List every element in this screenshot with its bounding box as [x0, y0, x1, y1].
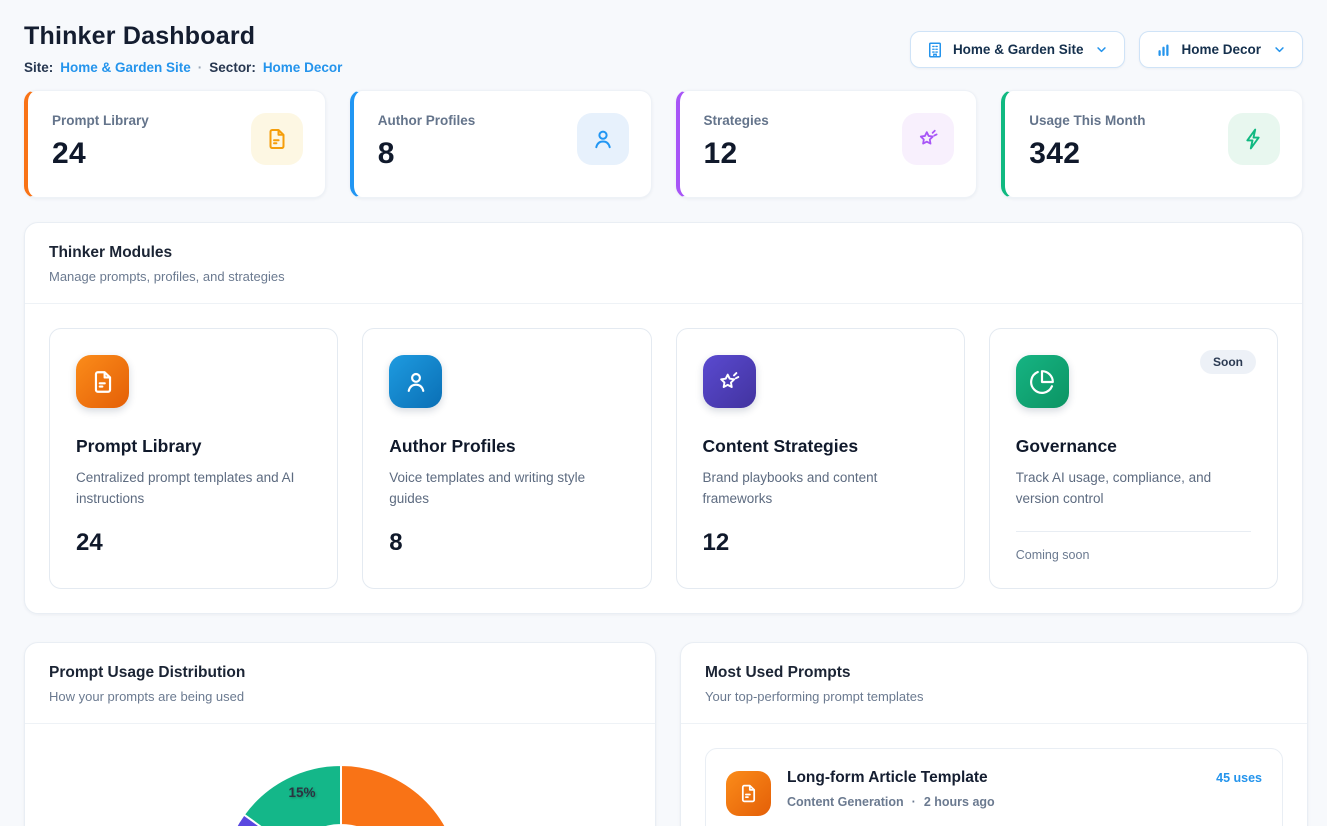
- file-icon: [726, 771, 771, 816]
- module-count: 12: [703, 529, 938, 557]
- module-card-governance[interactable]: Soon Governance Track AI usage, complian…: [989, 328, 1278, 589]
- header-buttons: Home & Garden Site Home Decor: [910, 31, 1303, 68]
- site-link[interactable]: Home & Garden Site: [60, 60, 191, 75]
- module-card-content-strategies[interactable]: Content Strategies Brand playbooks and c…: [676, 328, 965, 589]
- bar-chart-icon: [1155, 41, 1172, 58]
- thinker-modules-panel: Thinker Modules Manage prompts, profiles…: [24, 222, 1303, 614]
- stat-label: Usage This Month: [1029, 113, 1145, 128]
- donut-chart[interactable]: [141, 685, 541, 826]
- prompt-list-item[interactable]: Long-form Article Template Content Gener…: [705, 748, 1283, 826]
- pie-chart-icon: [1016, 355, 1069, 408]
- user-icon: [389, 355, 442, 408]
- module-description: Track AI usage, compliance, and version …: [1016, 468, 1251, 510]
- module-title: Governance: [1016, 436, 1251, 457]
- stat-value: 342: [1029, 137, 1145, 171]
- site-selector-button[interactable]: Home & Garden Site: [910, 31, 1126, 68]
- module-title: Prompt Library: [76, 436, 311, 457]
- prompts-card-subtitle: Your top-performing prompt templates: [705, 689, 1283, 704]
- stat-card-strategies: Strategies 12: [676, 90, 978, 198]
- file-icon: [76, 355, 129, 408]
- module-description: Voice templates and writing style guides: [389, 468, 624, 510]
- user-icon: [577, 113, 629, 165]
- prompt-category: Content Generation: [787, 795, 904, 809]
- chevron-down-icon: [1094, 42, 1109, 57]
- module-count: 8: [389, 529, 624, 557]
- page-header: Thinker Dashboard Site: Home & Garden Si…: [24, 22, 1303, 75]
- modules-grid: Prompt Library Centralized prompt templa…: [25, 304, 1302, 613]
- stat-label: Strategies: [704, 113, 769, 128]
- stat-value: 8: [378, 137, 476, 171]
- donut-slice-label: 15%: [278, 785, 326, 800]
- zap-icon: [1228, 113, 1280, 165]
- page-title: Thinker Dashboard: [24, 22, 342, 51]
- prompt-uses-badge: 45 uses: [1216, 764, 1262, 785]
- prompt-title: Long-form Article Template: [787, 769, 1200, 787]
- dashboard-page: Thinker Dashboard Site: Home & Garden Si…: [0, 0, 1327, 826]
- star-icon: [902, 113, 954, 165]
- donut-chart-area: 15%: [25, 727, 655, 826]
- module-count: 24: [76, 529, 311, 557]
- modules-section-title: Thinker Modules: [49, 244, 1278, 262]
- stats-row: Prompt Library 24 Author Profiles 8 Stra…: [24, 90, 1303, 198]
- prompt-meta: Content Generation · 2 hours ago: [787, 795, 1200, 809]
- stat-card-usage: Usage This Month 342: [1001, 90, 1303, 198]
- chevron-down-icon: [1272, 42, 1287, 57]
- stat-card-prompt-library: Prompt Library 24: [24, 90, 326, 198]
- meta-separator: ·: [912, 795, 916, 809]
- bottom-row: Prompt Usage Distribution How your promp…: [24, 642, 1303, 826]
- coming-soon-text: Coming soon: [1016, 548, 1251, 562]
- file-icon: [251, 113, 303, 165]
- stat-label: Author Profiles: [378, 113, 476, 128]
- breadcrumb-separator: ·: [198, 60, 203, 75]
- module-card-prompt-library[interactable]: Prompt Library Centralized prompt templa…: [49, 328, 338, 589]
- module-title: Content Strategies: [703, 436, 938, 457]
- sector-link[interactable]: Home Decor: [263, 60, 343, 75]
- module-title: Author Profiles: [389, 436, 624, 457]
- module-description: Centralized prompt templates and AI inst…: [76, 468, 311, 510]
- modules-section-subtitle: Manage prompts, profiles, and strategies: [49, 269, 1278, 284]
- sector-selector-button[interactable]: Home Decor: [1139, 31, 1303, 68]
- site-label: Site:: [24, 60, 53, 75]
- stat-card-author-profiles: Author Profiles 8: [350, 90, 652, 198]
- module-description: Brand playbooks and content frameworks: [703, 468, 938, 510]
- prompt-list: Long-form Article Template Content Gener…: [681, 724, 1307, 826]
- module-card-author-profiles[interactable]: Author Profiles Voice templates and writ…: [362, 328, 651, 589]
- prompt-time: 2 hours ago: [924, 795, 995, 809]
- stat-value: 24: [52, 137, 149, 171]
- stat-label: Prompt Library: [52, 113, 149, 128]
- header-title-block: Thinker Dashboard Site: Home & Garden Si…: [24, 22, 342, 75]
- prompts-card-title: Most Used Prompts: [705, 664, 1283, 682]
- site-selector-label: Home & Garden Site: [953, 42, 1084, 57]
- building-icon: [926, 41, 944, 59]
- breadcrumb: Site: Home & Garden Site · Sector: Home …: [24, 60, 342, 75]
- usage-card-title: Prompt Usage Distribution: [49, 664, 631, 682]
- divider: [1016, 531, 1251, 532]
- star-icon: [703, 355, 756, 408]
- stat-value: 12: [704, 137, 769, 171]
- usage-distribution-card: Prompt Usage Distribution How your promp…: [24, 642, 656, 826]
- sector-selector-label: Home Decor: [1181, 42, 1261, 57]
- soon-badge: Soon: [1200, 350, 1256, 374]
- sector-label: Sector:: [209, 60, 256, 75]
- most-used-prompts-card: Most Used Prompts Your top-performing pr…: [680, 642, 1308, 826]
